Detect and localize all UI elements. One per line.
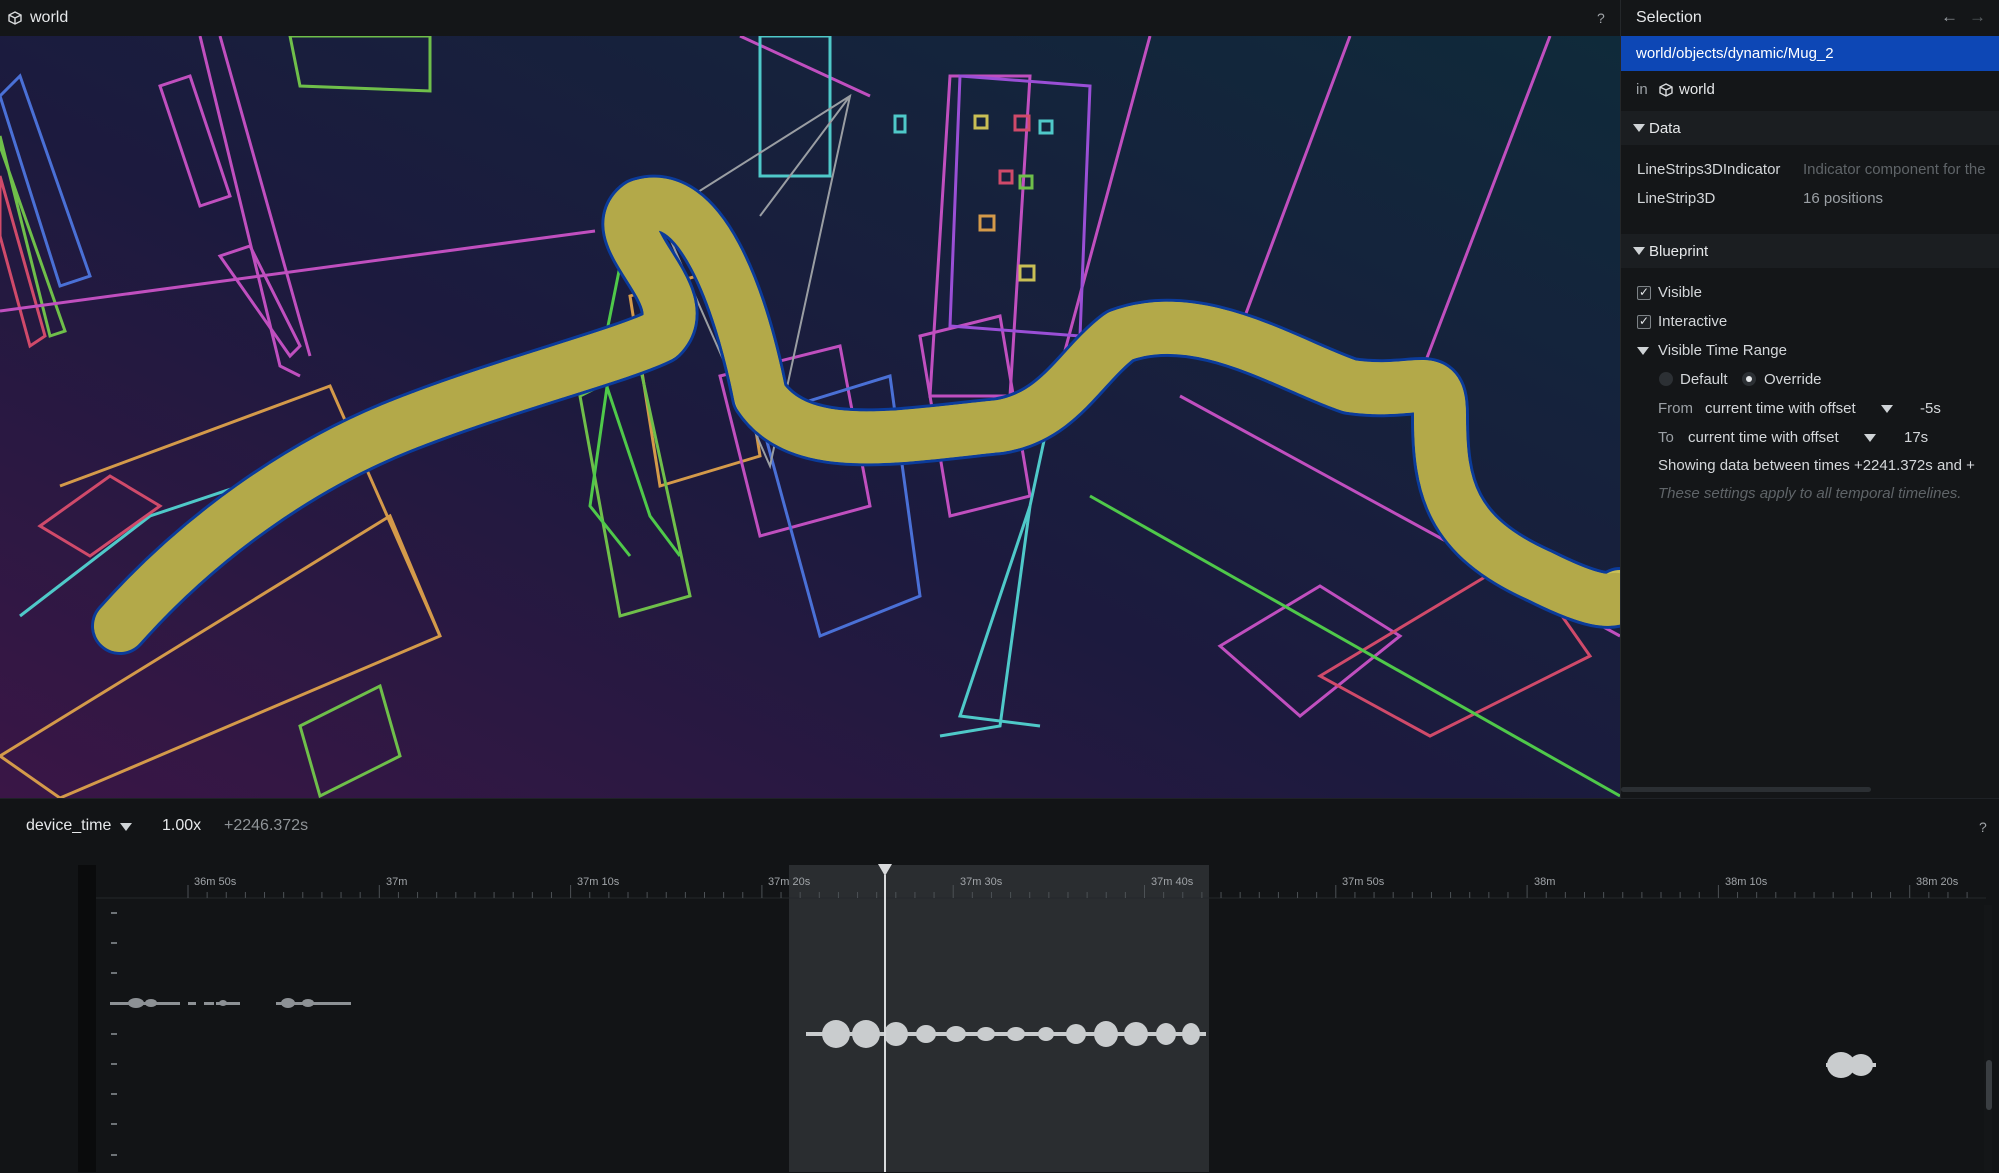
- settings-note: These settings apply to all temporal tim…: [1658, 485, 1962, 502]
- parent-entity-link[interactable]: world: [1679, 81, 1715, 98]
- tick-label: 37m 50s: [1342, 876, 1385, 888]
- selected-entity-row[interactable]: world/objects/dynamic/Mug_2: [1621, 36, 1999, 71]
- track-gutter: [78, 865, 96, 1172]
- vertical-scrollbar[interactable]: [1984, 905, 1992, 1172]
- data-density-track[interactable]: [96, 899, 1986, 1172]
- from-offset-value[interactable]: -5s: [1920, 400, 1941, 417]
- interactive-checkbox[interactable]: ✓: [1637, 314, 1651, 329]
- override-label: Override: [1764, 371, 1822, 388]
- check-icon: ✓: [1639, 285, 1650, 299]
- tick-label: 38m 10s: [1725, 876, 1768, 888]
- help-icon[interactable]: ?: [1597, 10, 1605, 26]
- help-icon[interactable]: ?: [1979, 819, 1987, 835]
- tick-label: 38m 20s: [1916, 876, 1959, 888]
- viewport-header: world ?: [0, 0, 1620, 37]
- tick-label: 37m: [386, 876, 408, 888]
- from-label: From: [1658, 400, 1693, 417]
- component-name[interactable]: LineStrip3D: [1637, 190, 1715, 207]
- visible-label: Visible: [1658, 284, 1702, 301]
- tick-label: 37m 10s: [577, 876, 620, 888]
- arrow-right-icon[interactable]: →: [1969, 7, 1986, 27]
- 3d-scene-canvas[interactable]: [0, 36, 1620, 798]
- dropdown-arrow-icon[interactable]: [1881, 405, 1893, 413]
- entity-path[interactable]: world/objects/dynamic/Mug_2: [1636, 45, 1834, 62]
- current-time[interactable]: +2246.372s: [224, 817, 308, 835]
- scrollbar-thumb[interactable]: [1986, 1060, 1992, 1110]
- scrollbar-thumb[interactable]: [1621, 787, 1871, 792]
- component-value: Indicator component for the: [1803, 161, 1986, 178]
- blueprint-section-label: Blueprint: [1649, 243, 1709, 260]
- collapse-triangle-icon[interactable]: [1637, 347, 1649, 355]
- tick-label: 38m: [1534, 876, 1556, 888]
- data-section-label: Data: [1649, 120, 1681, 137]
- component-name[interactable]: LineStrips3DIndicator: [1637, 161, 1780, 178]
- timeline-selector[interactable]: device_time: [26, 817, 111, 835]
- collapse-triangle-icon[interactable]: [1633, 247, 1645, 255]
- playback-speed[interactable]: 1.00x: [162, 817, 201, 835]
- component-value: 16 positions: [1803, 190, 1884, 207]
- viewport-title[interactable]: world: [30, 9, 68, 27]
- to-mode-dropdown[interactable]: current time with offset: [1688, 429, 1839, 446]
- tick-label: 37m 30s: [960, 876, 1003, 888]
- tick-label: 37m 40s: [1151, 876, 1194, 888]
- data-section-header[interactable]: Data: [1621, 111, 1999, 145]
- spatial-3d-view[interactable]: world ?: [0, 0, 1620, 798]
- override-radio[interactable]: [1742, 372, 1756, 386]
- interactive-label: Interactive: [1658, 313, 1728, 330]
- time-cursor[interactable]: [884, 875, 886, 1172]
- check-icon: ✓: [1639, 314, 1650, 328]
- to-offset-value[interactable]: 17s: [1904, 429, 1928, 446]
- visible-checkbox[interactable]: ✓: [1637, 285, 1651, 300]
- blueprint-section-header[interactable]: Blueprint: [1621, 234, 1999, 268]
- default-label: Default: [1680, 371, 1728, 388]
- arrow-left-icon[interactable]: ←: [1941, 7, 1958, 27]
- visible-time-range-label[interactable]: Visible Time Range: [1658, 342, 1787, 359]
- showing-data-text: Showing data between times +2241.372s an…: [1658, 457, 1975, 474]
- selection-panel: Selection ← → world/objects/dynamic/Mug_…: [1620, 0, 1999, 798]
- selection-title: Selection: [1636, 9, 1702, 26]
- tick-label: 37m 20s: [768, 876, 811, 888]
- cube-icon: [8, 11, 22, 25]
- in-label: in: [1636, 81, 1648, 98]
- dropdown-arrow-icon[interactable]: [120, 823, 132, 831]
- cube-icon: [1659, 83, 1673, 97]
- selection-panel-header: Selection ← →: [1621, 0, 1999, 36]
- time-cursor-handle-icon[interactable]: [878, 864, 892, 876]
- to-label: To: [1658, 429, 1674, 446]
- tick-label: 36m 50s: [194, 876, 237, 888]
- dropdown-arrow-icon[interactable]: [1864, 434, 1876, 442]
- time-ruler[interactable]: [96, 865, 1986, 899]
- collapse-triangle-icon[interactable]: [1633, 124, 1645, 132]
- from-mode-dropdown[interactable]: current time with offset: [1705, 400, 1856, 417]
- default-radio[interactable]: [1659, 372, 1673, 386]
